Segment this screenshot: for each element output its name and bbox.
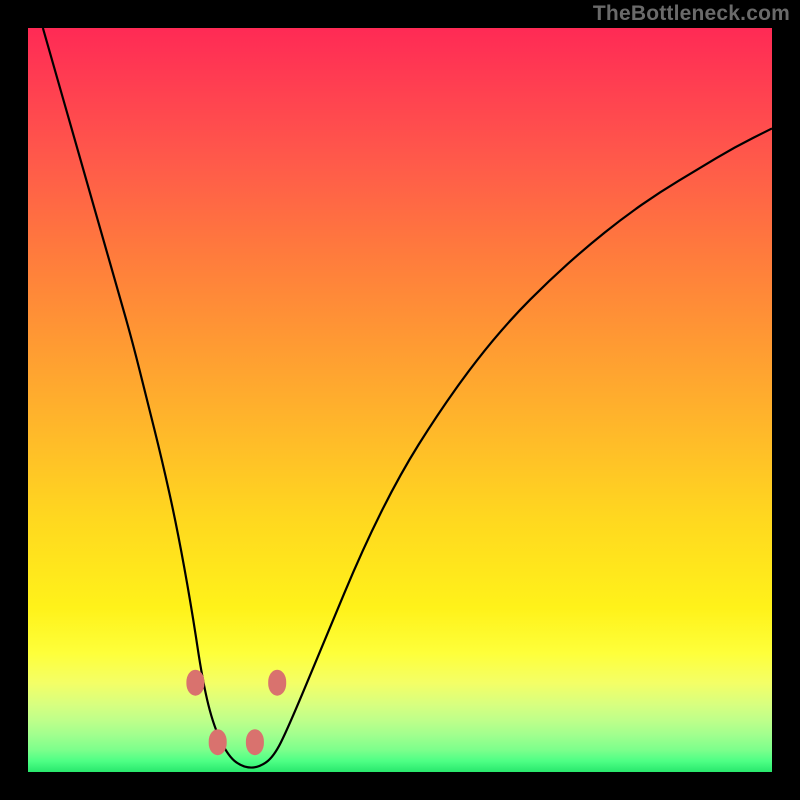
attribution-text: TheBottleneck.com (593, 2, 790, 26)
curve-marker (209, 729, 227, 755)
curve-marker (186, 670, 204, 696)
plot-area (28, 28, 772, 772)
marker-group (186, 670, 286, 756)
bottleneck-curve (43, 28, 772, 768)
curve-marker (246, 729, 264, 755)
chart-frame: TheBottleneck.com (0, 0, 800, 800)
curve-svg (28, 28, 772, 772)
curve-marker (268, 670, 286, 696)
